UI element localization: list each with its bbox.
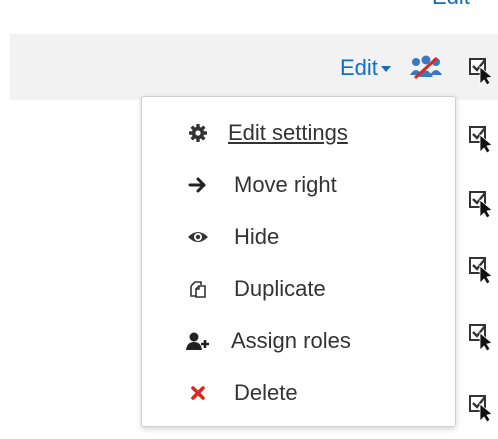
arrow-right-icon (186, 173, 210, 197)
add-user-icon (186, 329, 210, 353)
select-checkbox-icon[interactable] (468, 254, 496, 284)
menu-item-duplicate[interactable]: Duplicate (142, 263, 455, 315)
menu-item-label: Hide (234, 224, 280, 249)
menu-item-hide[interactable]: Hide (142, 211, 455, 263)
eye-icon (186, 225, 210, 249)
edit-menu-toggle[interactable]: Edit (340, 56, 391, 80)
menu-item-label: Delete (234, 380, 298, 405)
menu-item-move-right[interactable]: Move right (142, 159, 455, 211)
caret-down-icon (380, 66, 391, 72)
menu-item-edit-settings[interactable]: Edit settings (142, 107, 455, 159)
select-checkbox-icon[interactable] (468, 188, 496, 218)
duplicate-icon (186, 277, 210, 301)
edit-link-previous-row[interactable]: Edit (432, 0, 470, 8)
course-page: Edit Edit settings Move right Hide Dupli… (0, 0, 498, 439)
menu-item-label: Duplicate (234, 276, 326, 301)
menu-item-label: Move right (234, 172, 337, 197)
group-mode-icon[interactable] (409, 55, 443, 81)
menu-item-label: Assign roles (231, 328, 351, 353)
edit-dropdown-menu: Edit settings Move right Hide Duplicate … (141, 96, 456, 427)
menu-item-label: Edit settings (228, 120, 348, 145)
select-checkbox-icon[interactable] (468, 321, 496, 351)
select-checkbox-icon[interactable] (468, 123, 496, 153)
gear-icon (186, 121, 210, 145)
edit-menu-label: Edit (340, 55, 378, 80)
delete-icon (186, 381, 210, 405)
menu-item-assign-roles[interactable]: Assign roles (142, 315, 455, 367)
select-checkbox-icon[interactable] (468, 392, 496, 422)
menu-item-delete[interactable]: Delete (142, 367, 455, 419)
select-checkbox-icon[interactable] (468, 55, 496, 85)
